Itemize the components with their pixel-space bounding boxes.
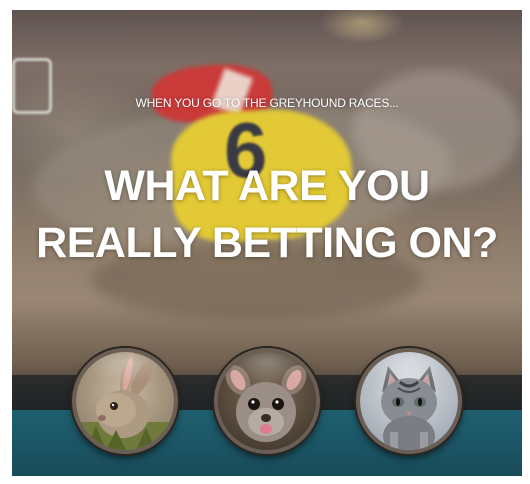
rabbit-icon (76, 352, 174, 450)
kitten-button[interactable] (356, 348, 462, 454)
hero-banner: 6 WHEN YOU GO TO THE GREYHOUND RACES... … (12, 10, 522, 476)
headline-line-1: WHAT ARE YOU (104, 162, 430, 210)
headline-line-2: REALLY BETTING ON? (36, 219, 498, 267)
kitten-icon (360, 352, 458, 450)
possum-button[interactable] (214, 348, 320, 454)
rabbit-button[interactable] (72, 348, 178, 454)
headline: WHAT ARE YOU REALLY BETTING ON? (12, 158, 522, 272)
grandstand (12, 10, 522, 70)
eyebrow-text: WHEN YOU GO TO THE GREYHOUND RACES... (135, 96, 399, 110)
possum-icon (218, 352, 316, 450)
